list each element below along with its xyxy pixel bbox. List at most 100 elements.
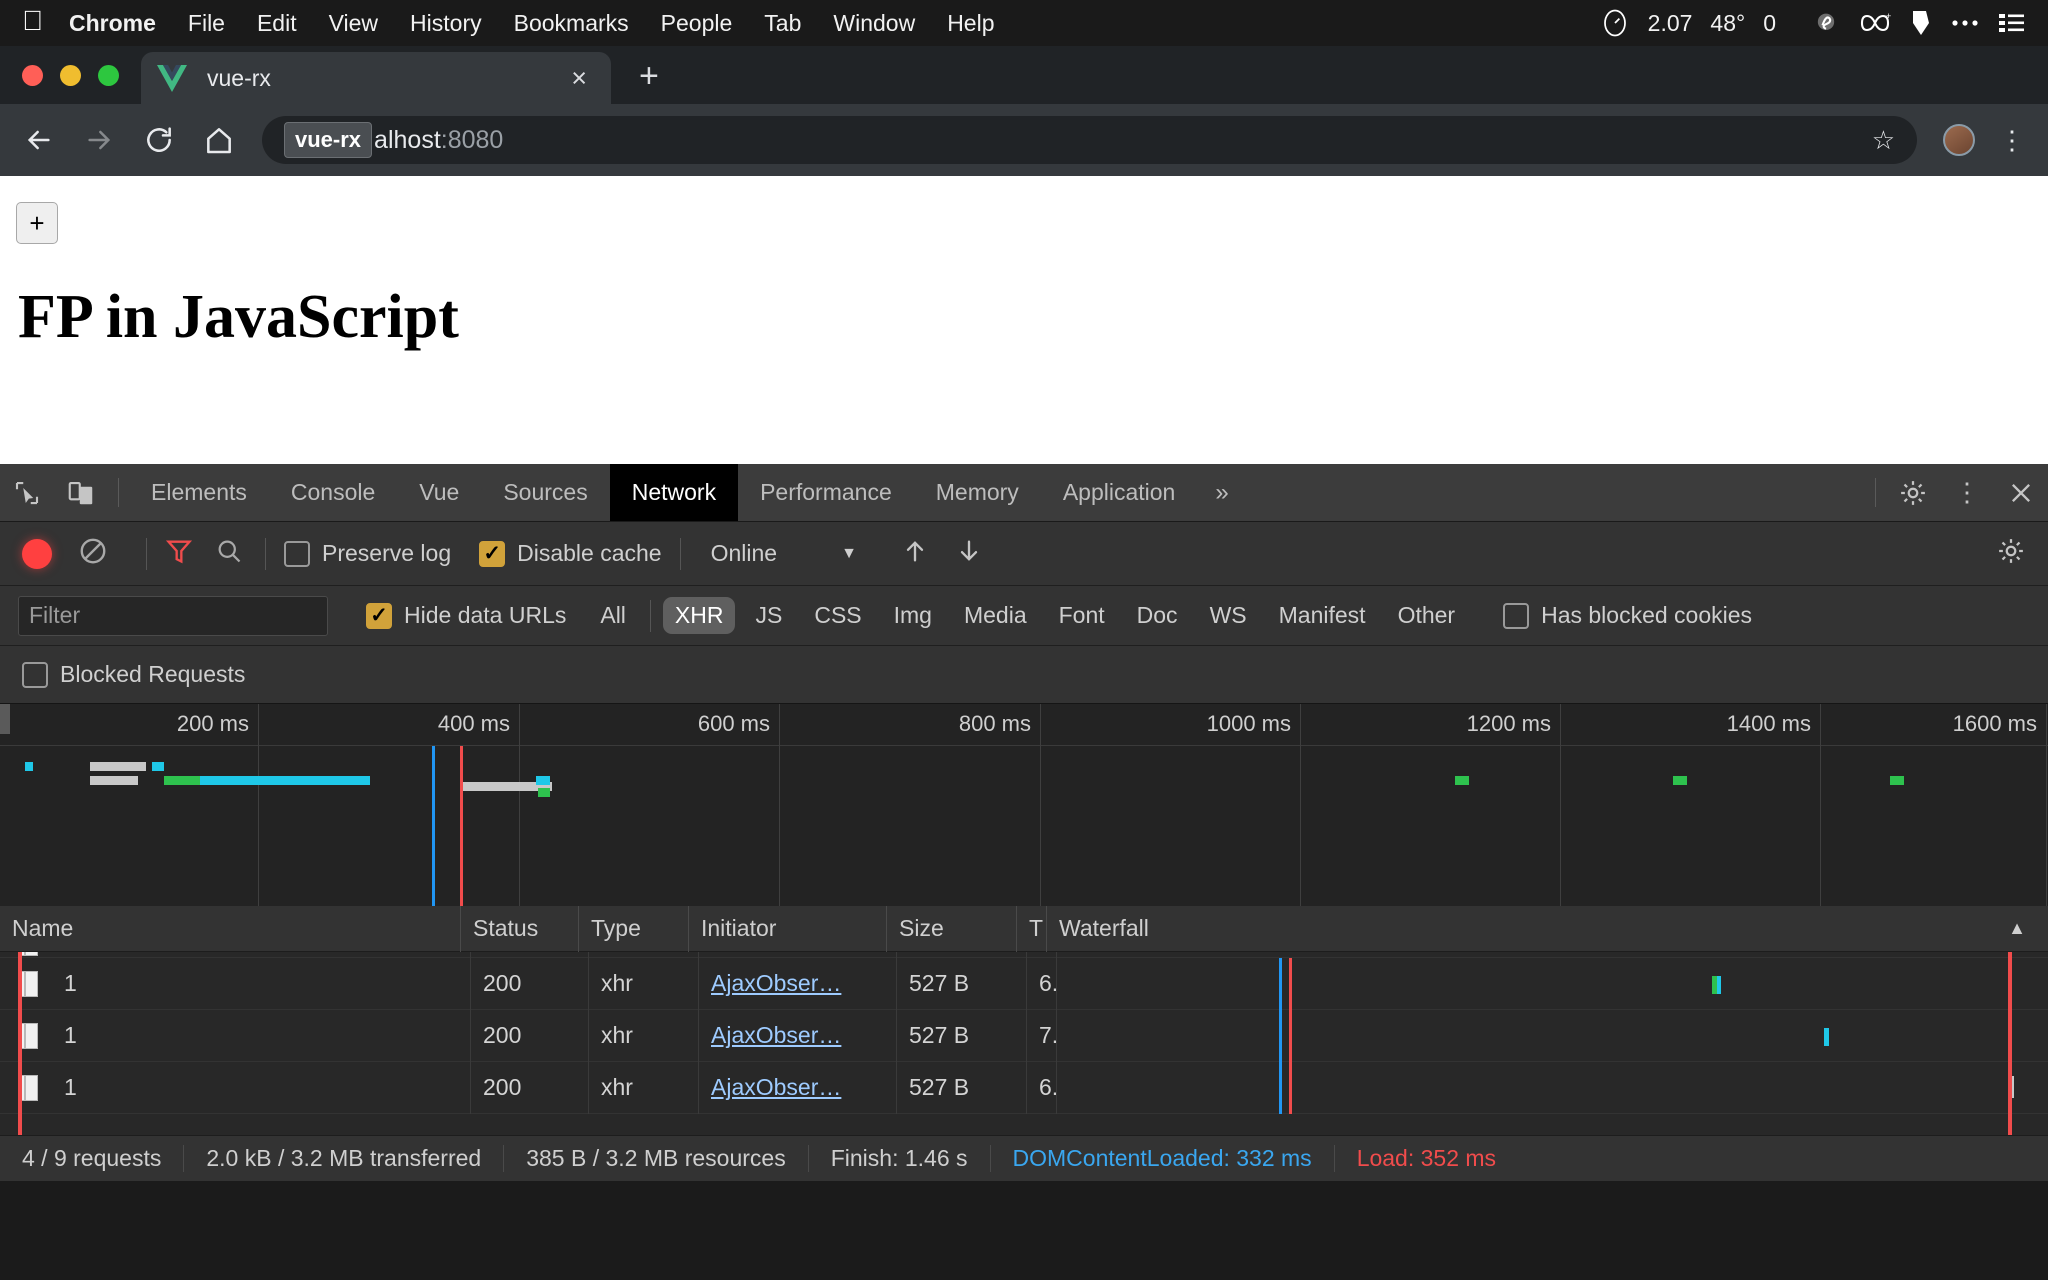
column-header-name[interactable]: Name [0, 906, 460, 952]
chevron-down-icon[interactable]: ▼ [841, 545, 857, 563]
devtools-panel: Elements Console Vue Sources Network Per… [0, 464, 2048, 1181]
star-icon[interactable]: ☆ [1872, 125, 1895, 156]
device-toolbar-icon[interactable] [54, 464, 108, 521]
initiator-link[interactable]: AjaxObser… [711, 970, 841, 997]
hide-data-urls-checkbox[interactable]: ✓ Hide data URLs [366, 602, 566, 629]
tab-elements[interactable]: Elements [129, 464, 269, 521]
blocked-requests-checkbox[interactable]: Blocked Requests [22, 661, 245, 688]
column-header-initiator[interactable]: Initiator [688, 905, 886, 952]
menu-item-window[interactable]: Window [833, 10, 915, 37]
disable-cache-checkbox[interactable]: ✓ Disable cache [479, 540, 662, 567]
avatar[interactable] [1943, 124, 1975, 156]
table-row[interactable]: 1 200 xhr AjaxObser… 527 B 6. [0, 957, 2048, 1010]
ellipsis-icon[interactable] [1950, 17, 1980, 29]
arrow-right-icon[interactable] [82, 123, 116, 157]
close-icon[interactable] [1994, 464, 2048, 521]
type-filter-all[interactable]: All [588, 597, 638, 634]
network-settings-gear-icon[interactable] [1996, 536, 2026, 571]
column-header-size[interactable]: Size [886, 905, 1016, 952]
tick-label-600ms: 600 ms [697, 711, 770, 736]
maximize-window-button[interactable] [98, 64, 119, 86]
cell-size: 527 B [896, 1009, 1026, 1062]
menu-item-help[interactable]: Help [947, 10, 994, 37]
type-filter-other[interactable]: Other [1386, 597, 1468, 634]
inspect-element-icon[interactable] [0, 464, 54, 521]
type-filter-media[interactable]: Media [952, 597, 1039, 634]
disable-cache-label: Disable cache [517, 540, 662, 566]
search-icon[interactable] [215, 537, 243, 570]
sort-ascending-icon[interactable]: ▲ [2008, 918, 2026, 939]
menu-item-chrome[interactable]: Chrome [69, 10, 156, 37]
infinity-plus-icon[interactable]: + [1858, 10, 1892, 36]
tab-application[interactable]: Application [1041, 464, 1198, 521]
column-header-time[interactable]: T [1016, 905, 1046, 952]
menu-item-tab[interactable]: Tab [764, 10, 801, 37]
initiator-link[interactable]: AjaxObser… [711, 1022, 841, 1049]
tab-console[interactable]: Console [269, 464, 397, 521]
add-button[interactable]: + [16, 202, 58, 244]
home-icon[interactable] [202, 123, 236, 157]
kebab-menu-icon[interactable]: ⋮ [1940, 464, 1994, 521]
filter-input[interactable] [18, 595, 328, 636]
speedometer-icon[interactable] [1600, 8, 1630, 38]
status-finish: Finish: 1.46 s [809, 1145, 991, 1172]
bluetooth-share-icon[interactable] [1812, 9, 1840, 37]
network-overview-timeline[interactable]: 200 ms 400 ms 600 ms 800 ms 1000 ms 1200… [0, 704, 2048, 906]
more-tabs-button[interactable]: » [1197, 464, 1246, 521]
control-center-icon[interactable] [1998, 12, 2026, 34]
throttling-select-value[interactable]: Online [711, 540, 777, 567]
new-tab-button[interactable]: + [639, 57, 659, 104]
dropbox-icon[interactable] [1910, 9, 1932, 37]
request-table-body[interactable]: 1 200 xhr AjaxObser… 527 B 6. 1 200 xhr … [0, 952, 2048, 1135]
tab-network[interactable]: Network [609, 464, 739, 521]
table-row[interactable]: 1 200 xhr AjaxObser… 527 B 7. [0, 1009, 2048, 1062]
apple-logo-icon[interactable]:  [22, 7, 43, 39]
type-filter-xhr[interactable]: XHR [662, 597, 736, 634]
minimize-window-button[interactable] [60, 64, 81, 86]
preserve-log-checkbox[interactable]: Preserve log [284, 540, 451, 567]
filter-funnel-icon[interactable] [165, 537, 193, 570]
web-page-viewport: + FP in JavaScript [0, 176, 2048, 464]
column-header-type[interactable]: Type [578, 905, 688, 952]
type-filter-img[interactable]: Img [882, 597, 944, 634]
gear-icon[interactable] [1886, 464, 1940, 521]
initiator-link[interactable]: AjaxObser… [711, 1074, 841, 1101]
cell-initiator[interactable]: AjaxObser… [698, 1009, 896, 1062]
tab-performance[interactable]: Performance [738, 464, 914, 521]
browser-tab-vue-rx[interactable]: vue-rx × [141, 52, 611, 104]
menu-item-file[interactable]: File [188, 10, 225, 37]
cell-type: xhr [588, 1009, 698, 1062]
close-window-button[interactable] [22, 64, 43, 86]
tab-vue[interactable]: Vue [397, 464, 481, 521]
address-bar[interactable]: vue-rx alhost:8080 ☆ [262, 116, 1917, 164]
menu-item-view[interactable]: View [329, 10, 378, 37]
menu-item-history[interactable]: History [410, 10, 482, 37]
request-file-icon [18, 1074, 38, 1101]
menu-item-bookmarks[interactable]: Bookmarks [514, 10, 629, 37]
has-blocked-cookies-checkbox[interactable]: Has blocked cookies [1503, 602, 1752, 629]
type-filter-js[interactable]: JS [743, 597, 794, 634]
upload-har-icon[interactable] [901, 537, 929, 570]
type-filter-css[interactable]: CSS [802, 597, 873, 634]
clear-network-log-icon[interactable] [78, 536, 108, 571]
table-row[interactable]: 1 200 xhr AjaxObser… 527 B 6. [0, 1061, 2048, 1114]
column-header-waterfall[interactable]: Waterfall [1046, 905, 2048, 952]
type-filter-font[interactable]: Font [1047, 597, 1117, 634]
close-icon[interactable]: × [563, 63, 595, 94]
tab-sources[interactable]: Sources [481, 464, 609, 521]
menu-item-edit[interactable]: Edit [257, 10, 297, 37]
devtools-tab-bar: Elements Console Vue Sources Network Per… [0, 464, 2048, 522]
kebab-menu-icon[interactable]: ⋮ [1999, 125, 2026, 156]
tab-memory[interactable]: Memory [914, 464, 1041, 521]
type-filter-doc[interactable]: Doc [1125, 597, 1190, 634]
type-filter-manifest[interactable]: Manifest [1267, 597, 1378, 634]
download-har-icon[interactable] [955, 537, 983, 570]
record-button-icon[interactable] [22, 538, 52, 569]
menu-item-people[interactable]: People [661, 10, 733, 37]
type-filter-ws[interactable]: WS [1198, 597, 1259, 634]
arrow-left-icon[interactable] [22, 123, 56, 157]
column-header-status[interactable]: Status [460, 905, 578, 952]
cell-initiator[interactable]: AjaxObser… [698, 957, 896, 1010]
cell-initiator[interactable]: AjaxObser… [698, 1061, 896, 1114]
reload-icon[interactable] [142, 123, 176, 157]
